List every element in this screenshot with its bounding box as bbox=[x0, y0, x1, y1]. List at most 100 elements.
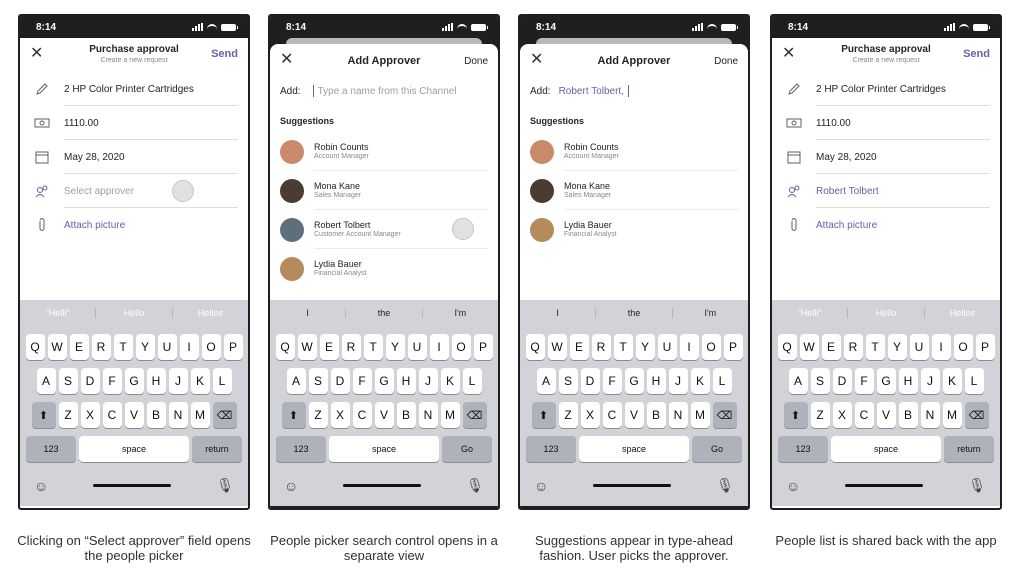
key[interactable]: A bbox=[36, 368, 56, 394]
key[interactable]: A bbox=[536, 368, 556, 394]
key[interactable]: P bbox=[223, 334, 243, 360]
key[interactable]: O bbox=[953, 334, 973, 360]
prediction-item[interactable]: the bbox=[345, 308, 421, 318]
key[interactable]: L bbox=[712, 368, 732, 394]
key[interactable]: U bbox=[657, 334, 677, 360]
emoji-icon[interactable]: ☺ bbox=[284, 478, 298, 494]
backspace-key-icon[interactable]: ⌫ bbox=[964, 402, 989, 428]
key[interactable]: N bbox=[668, 402, 688, 428]
prediction-item[interactable]: Hellos bbox=[923, 308, 1000, 318]
numbers-key[interactable]: 123 bbox=[276, 436, 326, 462]
key[interactable]: E bbox=[821, 334, 841, 360]
prediction-item[interactable]: "Helli" bbox=[20, 308, 95, 318]
key[interactable]: S bbox=[810, 368, 830, 394]
key[interactable]: S bbox=[58, 368, 78, 394]
key[interactable]: L bbox=[462, 368, 482, 394]
key[interactable]: F bbox=[352, 368, 372, 394]
close-icon[interactable]: ✕ bbox=[30, 46, 43, 62]
prediction-item[interactable]: I'm bbox=[421, 308, 498, 318]
key[interactable]: B bbox=[646, 402, 666, 428]
close-icon[interactable]: ✕ bbox=[530, 52, 543, 68]
prediction-item[interactable]: the bbox=[595, 308, 671, 318]
attach-field[interactable]: Attach picture bbox=[772, 208, 1000, 242]
key[interactable]: V bbox=[876, 402, 896, 428]
key[interactable]: U bbox=[157, 334, 177, 360]
key[interactable]: Q bbox=[525, 334, 545, 360]
send-button[interactable]: Send bbox=[963, 48, 990, 60]
key[interactable]: M bbox=[942, 402, 962, 428]
key[interactable]: V bbox=[624, 402, 644, 428]
key[interactable]: E bbox=[319, 334, 339, 360]
key[interactable]: Z bbox=[810, 402, 830, 428]
suggestion-item[interactable]: Mona Kane Sales Manager bbox=[270, 171, 498, 210]
shift-key-icon[interactable]: ⬆ bbox=[531, 402, 556, 428]
approver-field[interactable]: Robert Tolbert bbox=[772, 174, 1000, 208]
key[interactable]: S bbox=[308, 368, 328, 394]
item-field[interactable]: 2 HP Color Printer Cartridges bbox=[772, 72, 1000, 106]
prediction-item[interactable]: Hellos bbox=[171, 308, 248, 318]
emoji-icon[interactable]: ☺ bbox=[34, 478, 48, 494]
key[interactable]: H bbox=[396, 368, 416, 394]
send-button[interactable]: Send bbox=[211, 48, 238, 60]
key[interactable]: D bbox=[580, 368, 600, 394]
key[interactable]: W bbox=[297, 334, 317, 360]
key[interactable]: X bbox=[580, 402, 600, 428]
microphone-icon[interactable]: 🎙︎ bbox=[216, 477, 234, 494]
done-button[interactable]: Done bbox=[714, 56, 738, 67]
key[interactable]: W bbox=[47, 334, 67, 360]
suggestion-item[interactable]: Lydia Bauer Financial Analyst bbox=[270, 249, 498, 288]
key[interactable]: F bbox=[602, 368, 622, 394]
key[interactable]: A bbox=[788, 368, 808, 394]
key[interactable]: D bbox=[80, 368, 100, 394]
return-key[interactable]: return bbox=[192, 436, 242, 462]
date-field[interactable]: May 28, 2020 bbox=[20, 140, 248, 174]
key[interactable]: Z bbox=[308, 402, 328, 428]
key[interactable]: T bbox=[613, 334, 633, 360]
key[interactable]: R bbox=[341, 334, 361, 360]
go-key[interactable]: Go bbox=[692, 436, 742, 462]
go-key[interactable]: Go bbox=[442, 436, 492, 462]
key[interactable]: M bbox=[440, 402, 460, 428]
key[interactable]: P bbox=[723, 334, 743, 360]
key[interactable]: Q bbox=[25, 334, 45, 360]
key[interactable]: D bbox=[330, 368, 350, 394]
key[interactable]: V bbox=[124, 402, 144, 428]
key[interactable]: E bbox=[569, 334, 589, 360]
amount-field[interactable]: 1110.00 bbox=[772, 106, 1000, 140]
close-icon[interactable]: ✕ bbox=[782, 46, 795, 62]
key[interactable]: X bbox=[832, 402, 852, 428]
key[interactable]: W bbox=[799, 334, 819, 360]
key[interactable]: J bbox=[920, 368, 940, 394]
key[interactable]: T bbox=[363, 334, 383, 360]
key[interactable]: W bbox=[547, 334, 567, 360]
suggestion-item[interactable]: Robin Counts Account Manager bbox=[520, 132, 748, 171]
key[interactable]: L bbox=[964, 368, 984, 394]
key[interactable]: O bbox=[201, 334, 221, 360]
key[interactable]: K bbox=[190, 368, 210, 394]
space-key[interactable]: space bbox=[79, 436, 189, 462]
shift-key-icon[interactable]: ⬆ bbox=[281, 402, 306, 428]
key[interactable]: C bbox=[854, 402, 874, 428]
key[interactable]: U bbox=[407, 334, 427, 360]
key[interactable]: J bbox=[418, 368, 438, 394]
key[interactable]: I bbox=[931, 334, 951, 360]
backspace-key-icon[interactable]: ⌫ bbox=[212, 402, 237, 428]
date-field[interactable]: May 28, 2020 bbox=[772, 140, 1000, 174]
search-field[interactable]: Add: Type a name from this Channel bbox=[270, 78, 498, 104]
key[interactable]: Z bbox=[58, 402, 78, 428]
key[interactable]: H bbox=[898, 368, 918, 394]
key[interactable]: B bbox=[146, 402, 166, 428]
backspace-key-icon[interactable]: ⌫ bbox=[462, 402, 487, 428]
prediction-item[interactable]: I bbox=[520, 308, 595, 318]
key[interactable]: T bbox=[865, 334, 885, 360]
key[interactable]: H bbox=[146, 368, 166, 394]
shift-key-icon[interactable]: ⬆ bbox=[783, 402, 808, 428]
key[interactable]: O bbox=[701, 334, 721, 360]
key[interactable]: I bbox=[179, 334, 199, 360]
space-key[interactable]: space bbox=[579, 436, 689, 462]
key[interactable]: E bbox=[69, 334, 89, 360]
prediction-item[interactable]: Hello bbox=[847, 308, 923, 318]
key[interactable]: F bbox=[102, 368, 122, 394]
key[interactable]: G bbox=[374, 368, 394, 394]
shift-key-icon[interactable]: ⬆ bbox=[31, 402, 56, 428]
